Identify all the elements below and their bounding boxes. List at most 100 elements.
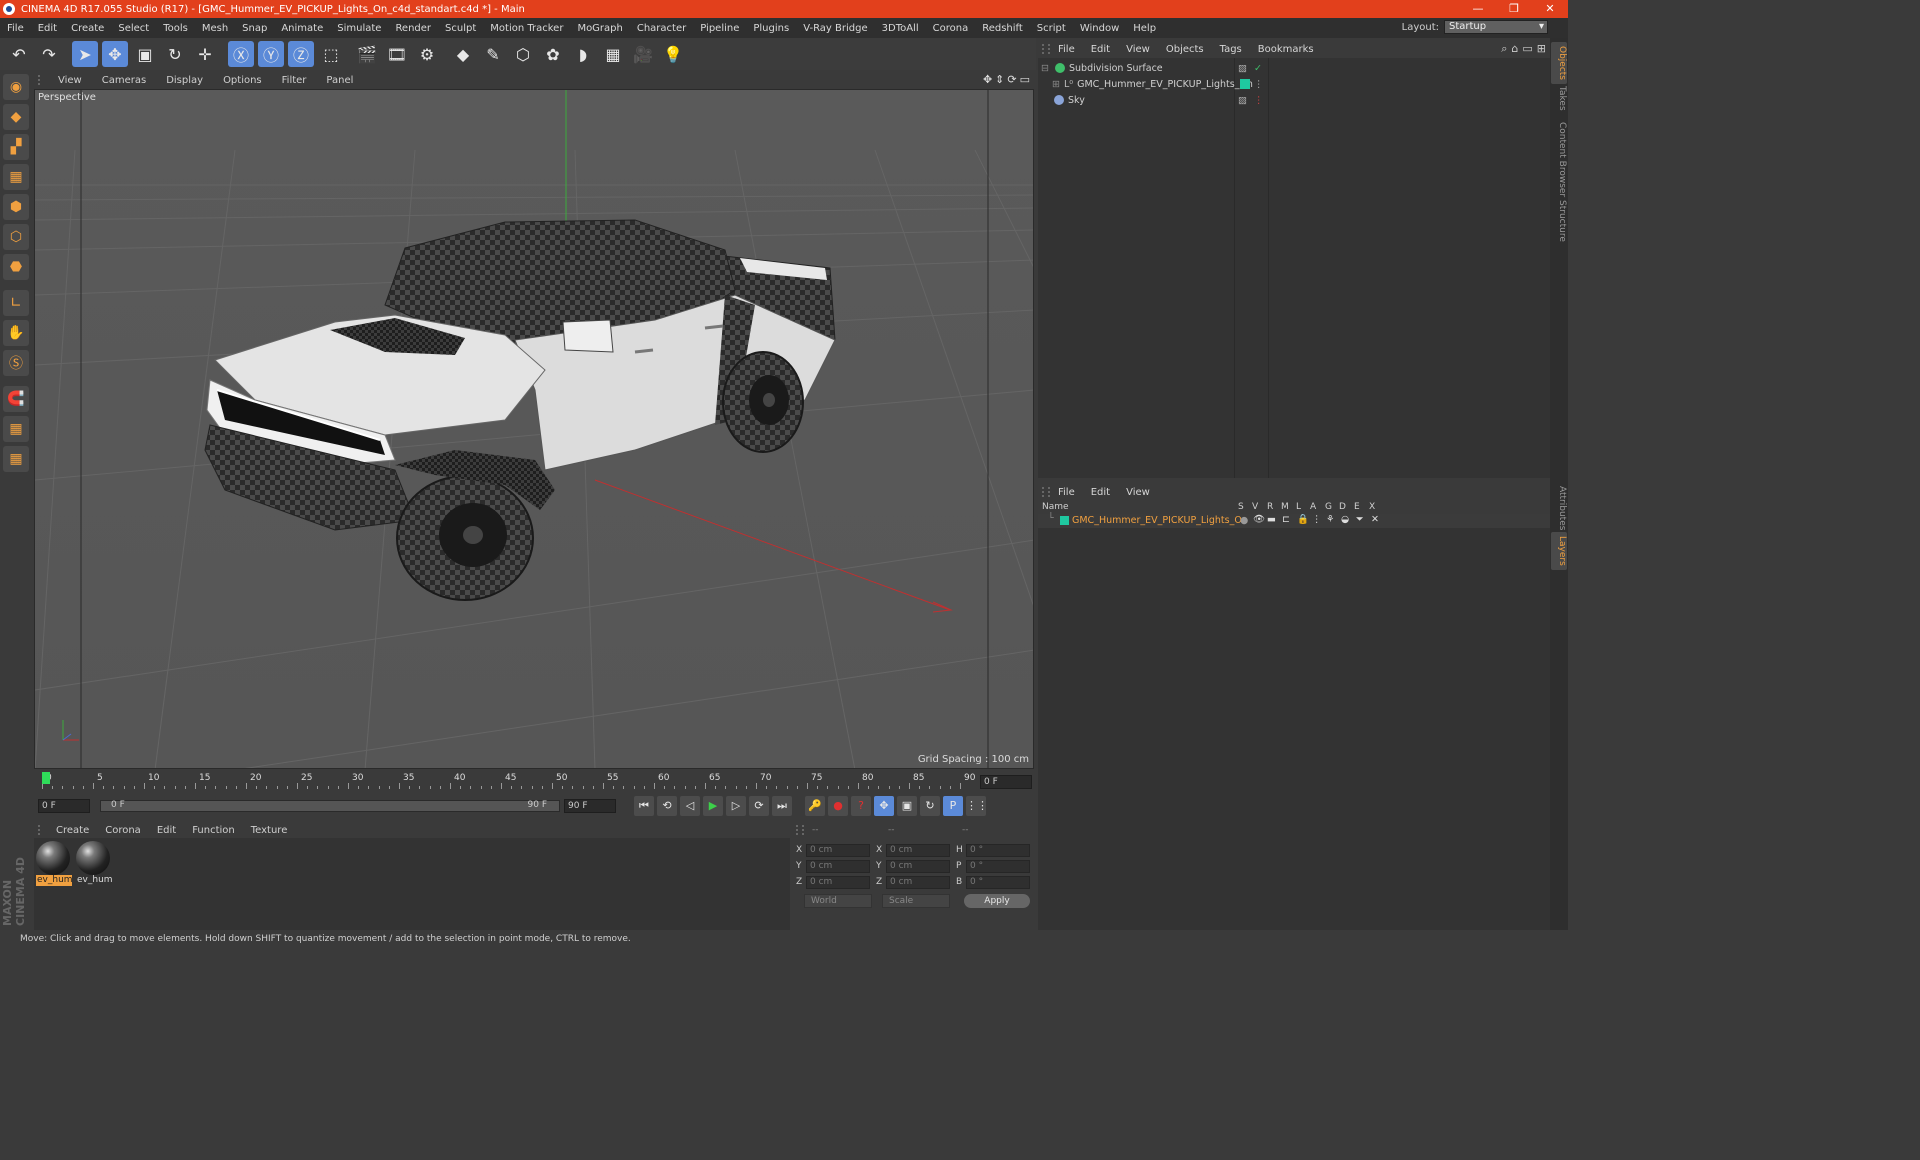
objects-menu-tags[interactable]: Tags [1212, 44, 1250, 55]
search-icon[interactable]: ⌕ [1501, 42, 1507, 56]
rotate-icon[interactable]: ↻ [162, 41, 188, 67]
layer-tag-icon[interactable] [1240, 79, 1250, 89]
key-parameter-icon[interactable]: P [943, 796, 963, 816]
undo-icon[interactable]: ↶ [6, 41, 32, 67]
menu-sculpt[interactable]: Sculpt [438, 23, 483, 34]
next-frame-icon[interactable]: ▷ [726, 796, 746, 816]
layers-menu-file[interactable]: File [1050, 487, 1083, 498]
start-frame-field[interactable]: 0 F [38, 799, 90, 813]
layers-menu-view[interactable]: View [1118, 487, 1158, 498]
previous-frame-icon[interactable]: ◁ [680, 796, 700, 816]
position-z-field[interactable]: 0 cm [806, 875, 870, 889]
key-pla-icon[interactable]: ⋮⋮ [966, 796, 988, 816]
perspective-viewport[interactable]: Perspective Grid Spacing : 100 cm [34, 89, 1034, 769]
layer-lock-icon[interactable]: 🔒 [1297, 514, 1309, 525]
menu-simulate[interactable]: Simulate [330, 23, 388, 34]
y-axis-icon[interactable]: Ⓨ [258, 41, 284, 67]
make-editable-icon[interactable]: ◉ [3, 74, 29, 100]
material-menu-function[interactable]: Function [184, 825, 243, 836]
new-view-icon[interactable]: ▭ [1522, 42, 1532, 56]
menu-motion-tracker[interactable]: Motion Tracker [483, 23, 570, 34]
render-view-icon[interactable]: 🎬 [354, 41, 380, 67]
maximize-view-icon[interactable]: ▭ [1020, 73, 1030, 86]
light-icon[interactable]: 💡 [660, 41, 686, 67]
rotation-b-field[interactable]: 0 ° [966, 875, 1030, 889]
layer-expression-icon[interactable]: ⏷ [1356, 514, 1364, 525]
material-menu-edit[interactable]: Edit [149, 825, 184, 836]
end-frame-field[interactable]: 90 F [564, 799, 616, 813]
camera-icon[interactable]: 🎥 [630, 41, 656, 67]
play-icon[interactable]: ▶ [703, 796, 723, 816]
current-frame-field[interactable]: 0 F [980, 775, 1032, 789]
position-y-field[interactable]: 0 cm [806, 859, 870, 873]
menu-snap[interactable]: Snap [235, 23, 274, 34]
material-menu-create[interactable]: Create [48, 825, 97, 836]
world-coord-icon[interactable]: ⬚ [318, 41, 344, 67]
menu-tools[interactable]: Tools [156, 23, 195, 34]
move-icon[interactable]: ✥ [102, 41, 128, 67]
object-row-subdivision[interactable]: ⊟ Subdivision Surface ▨ ✓ [1038, 60, 1550, 76]
model-mode-icon[interactable]: ◆ [3, 104, 29, 130]
menu-animate[interactable]: Animate [274, 23, 330, 34]
viewport-menu-panel[interactable]: Panel [316, 75, 363, 86]
z-axis-icon[interactable]: Ⓩ [288, 41, 314, 67]
autokey-icon[interactable]: ? [851, 796, 871, 816]
layer-generator-icon[interactable]: ⚘ [1326, 514, 1335, 525]
menu-render[interactable]: Render [388, 23, 438, 34]
menu-edit[interactable]: Edit [31, 23, 64, 34]
layer-animation-icon[interactable]: ⋮ [1312, 514, 1322, 525]
viewport-menu-filter[interactable]: Filter [272, 75, 317, 86]
size-mode-dropdown[interactable]: Scale [882, 894, 950, 908]
layer-view-icon[interactable]: 👁 [1253, 514, 1265, 525]
go-to-end-icon[interactable]: ⏭ [772, 796, 792, 816]
viewport-menu-cameras[interactable]: Cameras [92, 75, 156, 86]
expand-tree-icon[interactable]: ⊞ [1052, 79, 1060, 90]
orbit-icon[interactable]: ⟳ [1007, 73, 1016, 86]
timeline-ruler[interactable]: 051015202530354045505560657075808590 [42, 771, 975, 791]
rotation-h-field[interactable]: 0 ° [966, 843, 1030, 857]
render-picture-viewer-icon[interactable]: 🎞 [384, 41, 410, 67]
snap-grid-icon[interactable]: ▦ [3, 416, 29, 442]
subdivision-icon[interactable]: ⬡ [510, 41, 536, 67]
layer-deformer-icon[interactable]: ◒ [1341, 514, 1349, 525]
tweak-mode-icon[interactable]: ✋ [3, 320, 29, 346]
tab-objects[interactable]: Objects [1551, 42, 1567, 85]
visibility-toggle-icon[interactable]: ▨ [1238, 95, 1247, 106]
objects-menu-objects[interactable]: Objects [1158, 44, 1212, 55]
texture-mode-icon[interactable]: ▞ [3, 134, 29, 160]
material-swatch[interactable]: ev_humr [76, 841, 112, 889]
material-swatch[interactable]: ev_humr [36, 841, 72, 889]
x-axis-icon[interactable]: Ⓧ [228, 41, 254, 67]
playhead[interactable] [42, 772, 50, 784]
size-y-field[interactable]: 0 cm [886, 859, 950, 873]
objects-menu-edit[interactable]: Edit [1083, 44, 1118, 55]
pen-spline-icon[interactable]: ✎ [480, 41, 506, 67]
key-rotation-icon[interactable]: ↻ [920, 796, 940, 816]
viewport-menu-display[interactable]: Display [156, 75, 213, 86]
mograph-cloner-icon[interactable]: ✿ [540, 41, 566, 67]
menu-pipeline[interactable]: Pipeline [693, 23, 746, 34]
next-key-icon[interactable]: ⟳ [749, 796, 769, 816]
layers-menu-edit[interactable]: Edit [1083, 487, 1118, 498]
polygons-mode-icon[interactable]: ⬣ [3, 254, 29, 280]
menu-file[interactable]: File [0, 23, 31, 34]
objects-menu-view[interactable]: View [1118, 44, 1158, 55]
layer-render-icon[interactable]: ▬ [1267, 514, 1276, 525]
layer-xref-icon[interactable]: ✕ [1371, 514, 1379, 525]
layout-select[interactable]: Startup [1444, 20, 1548, 34]
frame-range-slider[interactable]: 0 F 90 F [100, 800, 560, 812]
key-scale-icon[interactable]: ▣ [897, 796, 917, 816]
snap-settings-icon[interactable]: ▦ [3, 446, 29, 472]
size-z-field[interactable]: 0 cm [886, 875, 950, 889]
enabled-check-icon[interactable]: ✓ [1254, 63, 1262, 74]
menu-mograph[interactable]: MoGraph [570, 23, 629, 34]
menu-script[interactable]: Script [1030, 23, 1073, 34]
objects-menu-bookmarks[interactable]: Bookmarks [1250, 44, 1322, 55]
coordinate-system-dropdown[interactable]: World [804, 894, 872, 908]
zoom-icon[interactable]: ⇕ [995, 73, 1004, 86]
points-mode-icon[interactable]: ⬢ [3, 194, 29, 220]
close-button[interactable]: ✕ [1532, 0, 1568, 18]
tab-takes[interactable]: Takes [1551, 82, 1567, 115]
render-settings-icon[interactable]: ⚙ [414, 41, 440, 67]
menu-select[interactable]: Select [111, 23, 156, 34]
